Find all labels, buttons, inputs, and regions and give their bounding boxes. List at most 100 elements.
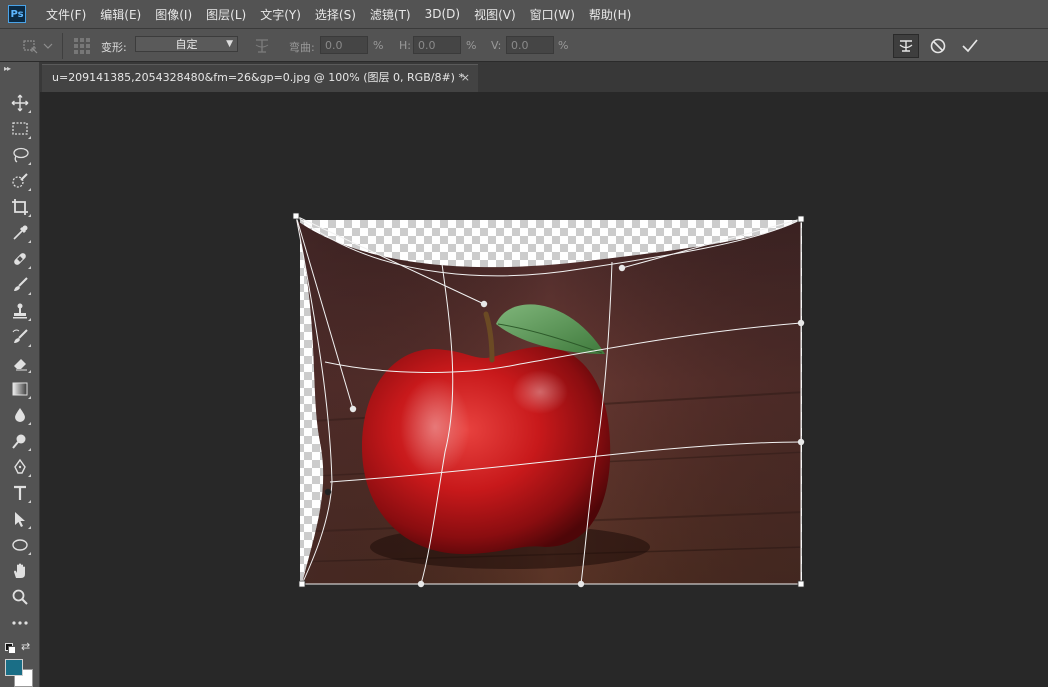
menu-3d[interactable]: 3D(D) bbox=[425, 7, 460, 21]
transform-tool-icon[interactable] bbox=[20, 36, 40, 56]
eraser-tool[interactable] bbox=[9, 352, 31, 374]
warp-mode-icon bbox=[899, 40, 913, 52]
corner-anchor[interactable] bbox=[298, 580, 306, 588]
commit-transform-button[interactable] bbox=[960, 36, 980, 56]
crop-tool[interactable] bbox=[9, 196, 31, 218]
document-tab-bar: u=209141385,2054328480&fm=26&gp=0.jpg @ … bbox=[40, 62, 1048, 92]
control-handle[interactable] bbox=[797, 438, 805, 446]
dodge-tool[interactable] bbox=[9, 430, 31, 452]
warp-label: 变形: bbox=[101, 41, 127, 54]
panel-collapse-icon[interactable]: ▸▸ bbox=[4, 64, 11, 73]
lasso-icon bbox=[13, 147, 29, 163]
v-label: V: bbox=[491, 39, 502, 52]
menu-bar: Ps 文件(F) 编辑(E) 图像(I) 图层(L) 文字(Y) 选择(S) 滤… bbox=[0, 0, 1048, 28]
eraser-icon bbox=[14, 359, 27, 371]
dodge-icon bbox=[12, 434, 26, 449]
control-handle[interactable] bbox=[797, 319, 805, 327]
corner-anchor[interactable] bbox=[797, 580, 805, 588]
close-icon[interactable]: × bbox=[461, 65, 470, 91]
more-tools[interactable] bbox=[9, 612, 31, 634]
menu-filter[interactable]: 滤镜(T) bbox=[370, 6, 411, 23]
blur-tool[interactable] bbox=[9, 404, 31, 426]
control-handle[interactable] bbox=[480, 300, 488, 308]
history-brush-tool[interactable] bbox=[9, 326, 31, 348]
h-percent: % bbox=[466, 39, 477, 52]
marquee-tool[interactable] bbox=[9, 118, 31, 140]
gradient-icon bbox=[12, 382, 28, 396]
menu-help[interactable]: 帮助(H) bbox=[589, 6, 631, 23]
h-label: H: bbox=[399, 39, 411, 52]
menu-file[interactable]: 文件(F) bbox=[46, 6, 86, 23]
control-handle[interactable] bbox=[417, 580, 425, 588]
cancel-icon bbox=[930, 38, 946, 54]
corner-anchor[interactable] bbox=[292, 212, 300, 220]
menu-edit[interactable]: 编辑(E) bbox=[100, 6, 141, 23]
eyedropper-icon bbox=[13, 225, 28, 240]
warp-toggle-button[interactable] bbox=[893, 34, 919, 58]
menu-view[interactable]: 视图(V) bbox=[474, 6, 516, 23]
control-handle[interactable] bbox=[349, 405, 357, 413]
warp-style-select[interactable]: 自定 ▼ bbox=[135, 36, 238, 52]
corner-anchor[interactable] bbox=[797, 215, 805, 223]
type-tool[interactable] bbox=[9, 482, 31, 504]
type-icon bbox=[14, 485, 26, 500]
tools-panel: ▸▸ ⇄ bbox=[0, 62, 40, 687]
rectangle-marquee-icon bbox=[12, 122, 28, 135]
menu-select[interactable]: 选择(S) bbox=[315, 6, 356, 23]
ellipse-tool[interactable] bbox=[9, 534, 31, 556]
bend-percent: % bbox=[373, 39, 384, 52]
foreground-color-swatch[interactable] bbox=[5, 659, 23, 676]
document-tab-title: u=209141385,2054328480&fm=26&gp=0.jpg @ … bbox=[52, 71, 464, 84]
cancel-transform-button[interactable] bbox=[928, 36, 948, 56]
hand-icon bbox=[14, 563, 25, 578]
reference-point-grid-icon[interactable] bbox=[72, 36, 92, 56]
zoom-tool[interactable] bbox=[9, 586, 31, 608]
options-bar: 变形: 自定 ▼ 弯曲: 0.0 % H: 0.0 % V: 0.0 % bbox=[0, 28, 1048, 62]
warped-apple-image bbox=[296, 220, 801, 584]
control-handle[interactable] bbox=[577, 580, 585, 588]
warp-orientation-icon[interactable] bbox=[252, 36, 272, 56]
v-distortion-input[interactable]: 0.0 bbox=[506, 36, 554, 54]
quick-select-tool[interactable] bbox=[9, 170, 31, 192]
healing-brush-tool[interactable] bbox=[9, 248, 31, 270]
ellipse-icon bbox=[12, 539, 28, 551]
bend-input[interactable]: 0.0 bbox=[320, 36, 368, 54]
photoshop-logo: Ps bbox=[8, 5, 26, 23]
history-brush-icon bbox=[12, 329, 28, 343]
default-colors-icon[interactable] bbox=[5, 643, 16, 654]
arrow-cursor-icon bbox=[15, 512, 25, 527]
v-percent: % bbox=[558, 39, 569, 52]
clone-stamp-tool[interactable] bbox=[9, 300, 31, 322]
menu-layer[interactable]: 图层(L) bbox=[206, 6, 246, 23]
quick-select-icon bbox=[12, 173, 28, 188]
bandage-icon bbox=[14, 253, 26, 265]
eyedropper-tool[interactable] bbox=[9, 222, 31, 244]
bend-label: 弯曲: bbox=[289, 41, 315, 54]
control-handle[interactable] bbox=[618, 264, 626, 272]
gradient-tool[interactable] bbox=[9, 378, 31, 400]
crop-icon bbox=[12, 199, 28, 215]
control-handle[interactable] bbox=[324, 488, 332, 496]
warp-style-value: 自定 bbox=[175, 38, 198, 51]
chevron-down-icon: ▼ bbox=[226, 39, 233, 49]
move-tool[interactable] bbox=[9, 92, 31, 114]
path-select-tool[interactable] bbox=[9, 508, 31, 530]
menu-image[interactable]: 图像(I) bbox=[155, 6, 192, 23]
move-icon bbox=[11, 94, 29, 112]
magnifier-icon bbox=[12, 589, 28, 605]
pen-tool[interactable] bbox=[9, 456, 31, 478]
swap-colors-icon[interactable]: ⇄ bbox=[21, 640, 30, 653]
hand-tool[interactable] bbox=[9, 560, 31, 582]
droplet-icon bbox=[15, 408, 25, 422]
brush-icon bbox=[14, 277, 28, 291]
h-distortion-input[interactable]: 0.0 bbox=[413, 36, 461, 54]
chevron-down-icon[interactable] bbox=[42, 36, 54, 56]
canvas-area[interactable] bbox=[40, 92, 1048, 687]
brush-tool[interactable] bbox=[9, 274, 31, 296]
lasso-tool[interactable] bbox=[9, 144, 31, 166]
ellipsis-icon bbox=[12, 621, 28, 625]
document-canvas[interactable] bbox=[40, 92, 1048, 687]
menu-window[interactable]: 窗口(W) bbox=[530, 6, 575, 23]
menu-type[interactable]: 文字(Y) bbox=[260, 6, 301, 23]
document-tab[interactable]: u=209141385,2054328480&fm=26&gp=0.jpg @ … bbox=[42, 64, 478, 92]
